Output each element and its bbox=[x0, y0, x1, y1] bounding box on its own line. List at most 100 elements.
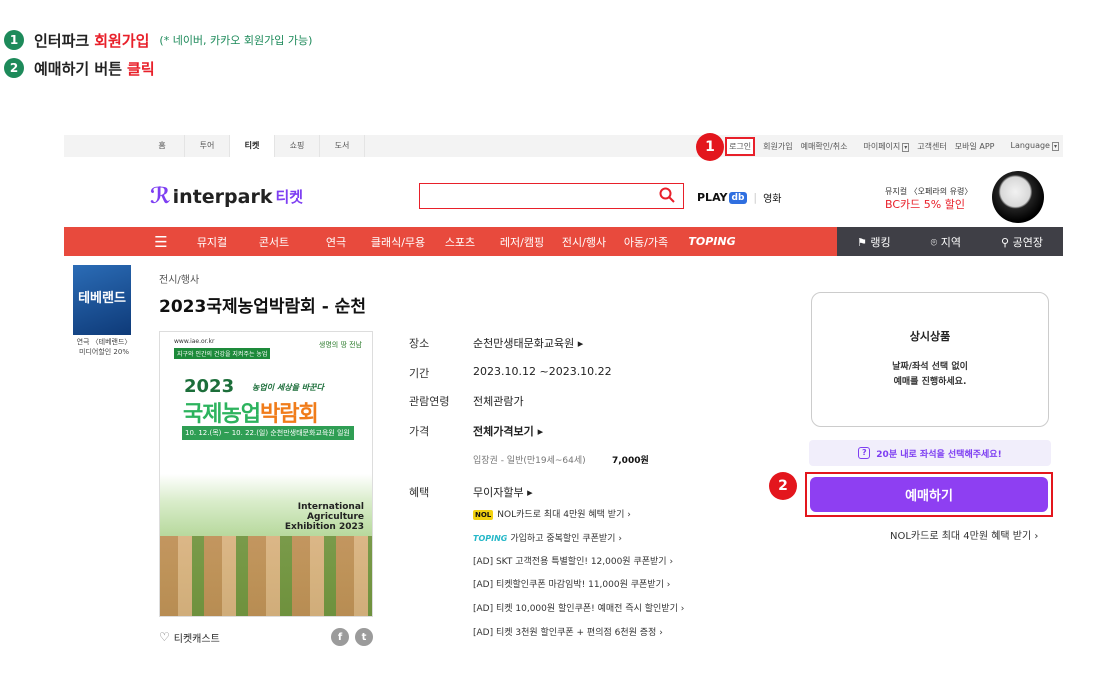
service-tabs: 홈 투어 티켓 쇼핑 도서 bbox=[140, 135, 365, 157]
ticketcast-label[interactable]: 티켓캐스트 bbox=[174, 630, 220, 645]
ticket-page-screenshot: 홈 투어 티켓 쇼핑 도서 로그인 회원가입 예매확인/취소 마이페이지 ▾ 고객… bbox=[64, 133, 1063, 655]
nav-item-toping[interactable]: TOPING bbox=[677, 235, 747, 248]
side-ad-line-2: 미디어할인 20% bbox=[79, 348, 129, 356]
step-number-badge: 1 bbox=[4, 30, 24, 50]
period-label: 기간 bbox=[409, 367, 430, 380]
book-now-button[interactable]: 예매하기 bbox=[810, 477, 1048, 512]
site-header: ℛ interpark 티켓 PLAY db | 영화 뮤지컬 〈오페라의 유령… bbox=[64, 157, 1063, 227]
toping-text: 가입하고 중복할인 쿠폰받기 bbox=[510, 534, 616, 544]
nav-item-sports[interactable]: 스포츠 bbox=[429, 234, 491, 250]
mobile-app-link[interactable]: 모바일 APP bbox=[955, 141, 995, 152]
nol-card-link[interactable]: NOL카드로 최대 4만원 혜택 받기 › bbox=[890, 527, 1038, 542]
movie-link[interactable]: 영화 bbox=[763, 190, 781, 205]
venue-link[interactable]: 순천만생태문화교육원 ▸ bbox=[473, 335, 583, 351]
nav-item-musical[interactable]: 뮤지컬 bbox=[181, 234, 243, 250]
nol-card-link-text: NOL카드로 최대 4만원 혜택 받기 bbox=[890, 531, 1032, 542]
signup-link[interactable]: 회원가입 bbox=[763, 141, 792, 152]
poster-en-3: Exhibition 2023 bbox=[284, 522, 364, 532]
tab-tour[interactable]: 투어 bbox=[185, 135, 230, 157]
mypage-label: 마이페이지 bbox=[863, 141, 901, 151]
support-link[interactable]: 고객센터 bbox=[917, 141, 946, 152]
instruction-steps: 1 인터파크 회원가입 (* 네이버, 카카오 회원가입 가능) 2 예매하기 … bbox=[4, 26, 312, 82]
tab-ticket[interactable]: 티켓 bbox=[230, 135, 275, 157]
language-select[interactable]: Language ▾ bbox=[1003, 141, 1059, 151]
search-input[interactable] bbox=[419, 183, 684, 209]
person-logo-icon: ℛ bbox=[150, 184, 171, 209]
ad-link[interactable]: [AD] 티켓 3천원 할인쿠폰 + 편의점 6천원 증정 › bbox=[473, 625, 663, 638]
nav-item-leisure[interactable]: 레저/캠핑 bbox=[491, 234, 553, 250]
period-value: 2023.10.12 ~2023.10.22 bbox=[473, 365, 612, 378]
age-value: 전체관람가 bbox=[473, 395, 524, 408]
nav-venue[interactable]: ⚲ 공연장 bbox=[1001, 234, 1043, 250]
twitter-icon[interactable]: t bbox=[355, 628, 373, 646]
poster-tagline: 지구와 인간의 건강을 지켜주는 농업 bbox=[174, 348, 271, 359]
playdb-link[interactable]: PLAY db | 영화 bbox=[697, 190, 782, 205]
login-link[interactable]: 로그인 bbox=[725, 136, 756, 156]
poster-title: 국제농업박람회 bbox=[183, 396, 319, 428]
poster-en-2: Agriculture bbox=[306, 512, 364, 522]
nav-item-concert[interactable]: 콘서트 bbox=[243, 234, 305, 250]
interpark-ticket-logo[interactable]: ℛ interpark 티켓 bbox=[150, 184, 303, 209]
ad-text: [AD] 티켓 3천원 할인쿠폰 + 편의점 6천원 증정 bbox=[473, 628, 657, 638]
tab-books[interactable]: 도서 bbox=[320, 135, 365, 157]
divider: | bbox=[753, 191, 758, 204]
nav-utility-group: ⚑ 랭킹 ⌾ 지역 ⚲ 공연장 bbox=[837, 227, 1063, 256]
promo-line-1: 뮤지컬 〈오페라의 유령〉 bbox=[885, 187, 973, 196]
ad-link[interactable]: [AD] 티켓 10,000원 할인쿠폰! 예매전 즉시 할인받기 › bbox=[473, 601, 684, 614]
nol-badge: NOL bbox=[473, 510, 494, 520]
side-ad-caption[interactable]: 연극 〈테베랜드〉 미디어할인 20% bbox=[64, 337, 144, 357]
product-title: 2023국제농업박람회 - 순천 bbox=[159, 297, 366, 317]
share-buttons: f t bbox=[325, 628, 373, 646]
side-ad-thumbnail[interactable]: 테베랜드 bbox=[73, 265, 131, 335]
nav-item-play[interactable]: 연극 bbox=[305, 234, 367, 250]
tab-shopping[interactable]: 쇼핑 bbox=[275, 135, 320, 157]
nav-region[interactable]: ⌾ 지역 bbox=[931, 234, 961, 250]
promo-line-2: BC카드 5% 할인 bbox=[885, 198, 965, 211]
poster-slogan: 농업이 세상을 바꾼다 bbox=[252, 383, 324, 392]
seat-time-hint: ? 20분 내로 좌석을 선택해주세요! bbox=[809, 440, 1051, 466]
question-icon: ? bbox=[858, 447, 871, 459]
search-icon[interactable] bbox=[659, 187, 675, 203]
menu-icon[interactable]: ☰ bbox=[146, 233, 176, 251]
ad-link[interactable]: [AD] SKT 고객전용 특별할인! 12,000원 쿠폰받기 › bbox=[473, 554, 673, 567]
poster-year: 2023 bbox=[184, 376, 235, 397]
nol-card-benefit-link[interactable]: NOL NOL카드로 최대 4만원 혜택 받기 › bbox=[473, 507, 631, 520]
venue-value: 순천만생태문화교육원 bbox=[473, 337, 575, 350]
poster-title-a: 국제농업 bbox=[183, 402, 261, 427]
venue-pin-icon: ⚲ bbox=[1001, 235, 1010, 249]
nav-item-kids[interactable]: 아동/가족 bbox=[615, 234, 677, 250]
booking-check-link[interactable]: 예매확인/취소 bbox=[801, 141, 848, 152]
step-text: 예매하기 버튼 bbox=[34, 59, 123, 78]
toping-coupon-link[interactable]: TOPING 가입하고 중복할인 쿠폰받기 › bbox=[473, 531, 622, 544]
installment-link[interactable]: 무이자할부 ▸ bbox=[473, 484, 533, 500]
ad-text: [AD] 티켓할인쿠폰 마감임박! 11,000원 쿠폰받기 bbox=[473, 580, 664, 590]
phantom-mask-promo-image[interactable] bbox=[992, 171, 1044, 223]
header-promo[interactable]: 뮤지컬 〈오페라의 유령〉 BC카드 5% 할인 bbox=[885, 185, 972, 211]
ad-link[interactable]: [AD] 티켓할인쿠폰 마감임박! 11,000원 쿠폰받기 › bbox=[473, 577, 670, 590]
price-view-link[interactable]: 전체가격보기 ▸ bbox=[473, 423, 543, 439]
side-ad-line-1: 연극 〈테베랜드〉 bbox=[76, 338, 132, 346]
poster-dates: 10. 12.(목) ~ 10. 22.(일) 순천만생태문화교육원 일원 bbox=[182, 426, 354, 440]
mypage-link[interactable]: 마이페이지 ▾ bbox=[855, 141, 910, 152]
facebook-icon[interactable]: f bbox=[331, 628, 349, 646]
booking-notice-line-1: 날짜/좌석 선택 없이 bbox=[892, 362, 968, 372]
chevron-down-icon: ▾ bbox=[902, 142, 910, 152]
chevron-down-icon: ▾ bbox=[1051, 142, 1059, 151]
poster-crowd-photo bbox=[160, 536, 372, 616]
step-1: 1 인터파크 회원가입 (* 네이버, 카카오 회원가입 가능) bbox=[4, 26, 312, 54]
ad-text: [AD] 티켓 10,000원 할인쿠폰! 예매전 즉시 할인받기 bbox=[473, 604, 678, 614]
account-links: 로그인 회원가입 예매확인/취소 마이페이지 ▾ 고객센터 모바일 APP Lan… bbox=[725, 135, 1059, 157]
booking-notice: 날짜/좌석 선택 없이 예매를 진행하세요. bbox=[812, 360, 1048, 390]
nav-item-exhibition[interactable]: 전시/행사 bbox=[553, 234, 615, 250]
marker-badge-2: 2 bbox=[769, 472, 797, 500]
tab-home[interactable]: 홈 bbox=[140, 135, 185, 157]
heart-icon[interactable]: ♡ bbox=[159, 630, 170, 644]
location-pin-icon: ⌾ bbox=[930, 235, 938, 249]
db-badge: db bbox=[728, 191, 748, 204]
nav-item-classic[interactable]: 클래식/무용 bbox=[367, 234, 429, 250]
booking-notice-card: 상시상품 날짜/좌석 선택 없이 예매를 진행하세요. bbox=[811, 292, 1049, 427]
step-2: 2 예매하기 버튼 클릭 bbox=[4, 54, 312, 82]
benefit-label: 혜택 bbox=[409, 486, 430, 499]
nav-ranking[interactable]: ⚑ 랭킹 bbox=[857, 234, 891, 250]
toping-badge: TOPING bbox=[473, 534, 508, 543]
